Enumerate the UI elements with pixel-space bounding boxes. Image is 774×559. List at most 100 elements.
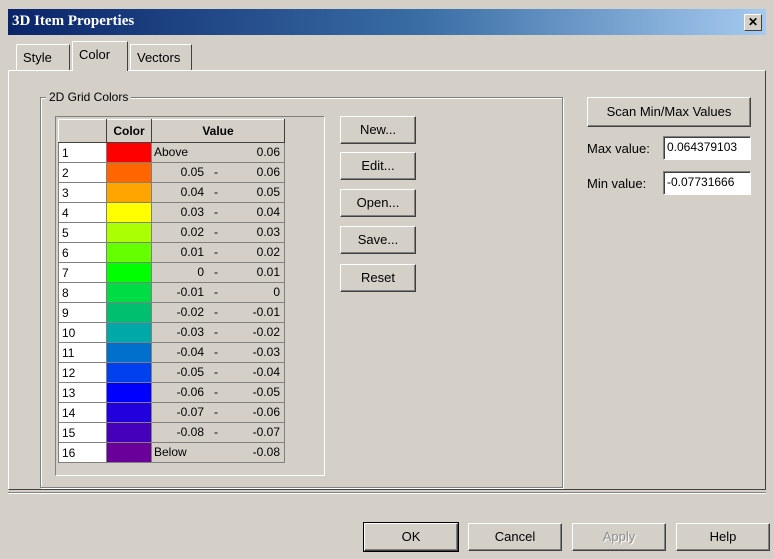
color-swatch[interactable]	[106, 142, 152, 163]
row-index: 1	[58, 142, 107, 163]
table-row[interactable]: 4 0.03- 0.04	[58, 202, 285, 223]
dialog-window: 3D Item Properties ✕ Style Color Vectors…	[0, 0, 774, 559]
color-table: Color Value 1 Above 0.06 2 0.05-0.06 3 0.04-0.…	[58, 119, 285, 463]
value-high: -0.08	[252, 445, 280, 459]
table-row[interactable]: 15 -0.08- -0.07	[58, 422, 285, 443]
color-swatch[interactable]	[106, 442, 152, 463]
value-high: -0.02	[252, 325, 280, 339]
value-high: 0.05	[256, 185, 280, 199]
table-row[interactable]: 2 0.05- 0.06	[58, 162, 285, 183]
table-row[interactable]: 5 0.02- 0.03	[58, 222, 285, 243]
value-range-cell[interactable]: -0.06- -0.05	[151, 382, 285, 403]
value-high: -0.05	[252, 385, 280, 399]
help-button[interactable]: Help	[676, 523, 770, 551]
table-row[interactable]: 11 -0.04- -0.03	[58, 342, 285, 363]
color-swatch[interactable]	[106, 422, 152, 443]
value-high: 0.03	[256, 225, 280, 239]
color-swatch[interactable]	[106, 402, 152, 423]
edit-button-label: Edit...	[361, 158, 395, 173]
range-dash: -	[214, 365, 218, 379]
value-range-cell[interactable]: -0.08- -0.07	[151, 422, 285, 443]
reset-button[interactable]: Reset	[340, 264, 416, 292]
close-icon[interactable]: ✕	[744, 14, 762, 31]
cancel-button[interactable]: Cancel	[468, 523, 562, 551]
value-range-cell[interactable]: -0.05- -0.04	[151, 362, 285, 383]
edit-button[interactable]: Edit...	[340, 152, 416, 180]
header-color[interactable]: Color	[106, 119, 152, 143]
color-swatch[interactable]	[106, 282, 152, 303]
table-row[interactable]: 12 -0.05- -0.04	[58, 362, 285, 383]
tab-color[interactable]: Color	[72, 41, 128, 71]
range-dash: -	[214, 185, 218, 199]
title-bar[interactable]: 3D Item Properties ✕	[8, 9, 766, 35]
value-range-cell[interactable]: -0.03- -0.02	[151, 322, 285, 343]
color-swatch[interactable]	[106, 362, 152, 383]
color-swatch[interactable]	[106, 162, 152, 183]
table-row[interactable]: 7 0- 0.01	[58, 262, 285, 283]
save-button[interactable]: Save...	[340, 226, 416, 254]
group-label: 2D Grid Colors	[46, 90, 132, 104]
value-range-cell[interactable]: -0.01- 0	[151, 282, 285, 303]
apply-button[interactable]: Apply	[572, 523, 666, 551]
table-row[interactable]: 13 -0.06- -0.05	[58, 382, 285, 403]
value-low: -0.08	[176, 425, 204, 439]
value-range-cell[interactable]: 0.04- 0.05	[151, 182, 285, 203]
table-row[interactable]: 6 0.01- 0.02	[58, 242, 285, 263]
value-range-cell[interactable]: 0.01- 0.02	[151, 242, 285, 263]
scan-minmax-button[interactable]: Scan Min/Max Values	[587, 97, 751, 127]
color-swatch[interactable]	[106, 302, 152, 323]
row-index: 14	[58, 402, 107, 423]
value-high: 0	[273, 285, 280, 299]
ok-button[interactable]: OK	[363, 522, 459, 552]
tab-style[interactable]: Style	[16, 44, 70, 70]
value-range-cell[interactable]: 0.03- 0.04	[151, 202, 285, 223]
open-button[interactable]: Open...	[340, 189, 416, 217]
value-range-cell[interactable]: -0.07- -0.06	[151, 402, 285, 423]
table-row[interactable]: 14 -0.07- -0.06	[58, 402, 285, 423]
table-row[interactable]: 8 -0.01- 0	[58, 282, 285, 303]
value-high: 0.06	[256, 165, 280, 179]
value-low: Below	[154, 445, 187, 459]
max-value-field[interactable]: 0.064379103	[663, 136, 751, 160]
table-row[interactable]: 16 Below -0.08	[58, 442, 285, 463]
row-index: 3	[58, 182, 107, 203]
min-value-field[interactable]: -0.07731666	[663, 171, 751, 195]
table-row[interactable]: 10 -0.03- -0.02	[58, 322, 285, 343]
color-swatch[interactable]	[106, 382, 152, 403]
color-swatch[interactable]	[106, 262, 152, 283]
value-high: -0.04	[252, 365, 280, 379]
value-range-cell[interactable]: 0.02- 0.03	[151, 222, 285, 243]
table-body: 1 Above 0.06 2 0.05-0.06 3 0.04-0.05 4 0.03-0.04…	[58, 142, 285, 463]
color-grid[interactable]: Color Value 1 Above 0.06 2 0.05-0.06 3 0.04-0.…	[55, 116, 325, 476]
row-index: 6	[58, 242, 107, 263]
value-low: 0.03	[180, 205, 204, 219]
value-range-cell[interactable]: -0.04- -0.03	[151, 342, 285, 363]
new-button[interactable]: New...	[340, 116, 416, 144]
table-row[interactable]: 3 0.04- 0.05	[58, 182, 285, 203]
color-swatch[interactable]	[106, 322, 152, 343]
value-high: 0.01	[256, 265, 280, 279]
color-swatch[interactable]	[106, 222, 152, 243]
value-high: 0.02	[256, 245, 280, 259]
color-swatch[interactable]	[106, 202, 152, 223]
table-row[interactable]: 1 Above 0.06	[58, 142, 285, 163]
value-range-cell[interactable]: Above 0.06	[151, 142, 285, 163]
tab-color-label: Color	[79, 47, 111, 62]
range-dash: -	[214, 265, 218, 279]
value-range-cell[interactable]: 0.05- 0.06	[151, 162, 285, 183]
tab-vectors[interactable]: Vectors	[130, 44, 192, 70]
row-index: 15	[58, 422, 107, 443]
color-swatch[interactable]	[106, 342, 152, 363]
scan-button-label: Scan Min/Max Values	[606, 104, 732, 119]
value-range-cell[interactable]: 0- 0.01	[151, 262, 285, 283]
value-range-cell[interactable]: Below -0.08	[151, 442, 285, 463]
value-low: -0.05	[176, 365, 204, 379]
value-low: 0.04	[180, 185, 204, 199]
color-swatch[interactable]	[106, 182, 152, 203]
range-dash: -	[214, 385, 218, 399]
color-swatch[interactable]	[106, 242, 152, 263]
header-value[interactable]: Value	[151, 119, 285, 143]
value-range-cell[interactable]: -0.02- -0.01	[151, 302, 285, 323]
tab-vectors-label: Vectors	[137, 50, 181, 65]
table-row[interactable]: 9 -0.02- -0.01	[58, 302, 285, 323]
